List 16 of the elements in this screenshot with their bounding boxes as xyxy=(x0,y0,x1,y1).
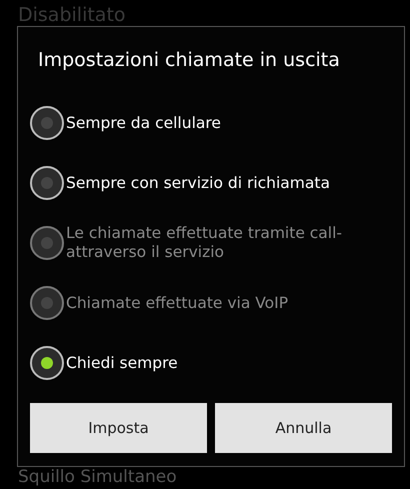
radio-button[interactable] xyxy=(30,346,64,380)
dialog-title: Impostazioni chiamate in uscita xyxy=(38,48,340,73)
option-label: Sempre da cellulare xyxy=(66,114,221,132)
setting-label: Squillo Simultaneo xyxy=(18,467,177,487)
radio-button[interactable] xyxy=(30,166,64,200)
radio-option[interactable]: Sempre con servizio di richiamata xyxy=(30,153,392,213)
dialog-button[interactable]: Imposta xyxy=(30,403,207,453)
radio-option[interactable]: Chiedi sempre xyxy=(30,333,392,393)
radio-option[interactable]: Sempre da cellulare xyxy=(30,93,392,153)
radio-button[interactable] xyxy=(30,106,64,140)
setting-label: Disabilitato xyxy=(18,4,126,26)
option-label: Chiedi sempre xyxy=(66,354,178,372)
dialog-button[interactable]: Annulla xyxy=(215,403,392,453)
option-label: Le chiamate effettuate tramite call-attraverso il servizio xyxy=(66,224,344,262)
option-label: Sempre con servizio di richiamata xyxy=(66,174,330,192)
option-label: Chiamate effettuate via VoIP xyxy=(66,294,288,312)
